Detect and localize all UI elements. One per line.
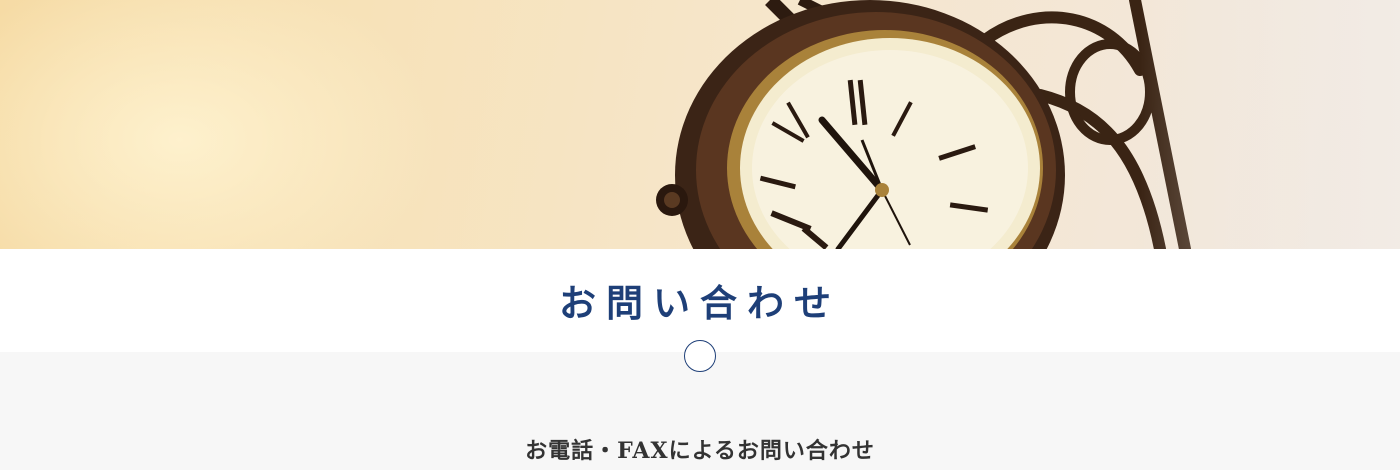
hero-banner	[0, 0, 1400, 249]
circle-icon	[684, 340, 716, 372]
wall-clock-icon	[656, 0, 1191, 249]
phone-fax-heading: お電話・FAXによるお問い合わせ	[525, 438, 875, 464]
page-title: お問い合わせ	[559, 281, 841, 325]
